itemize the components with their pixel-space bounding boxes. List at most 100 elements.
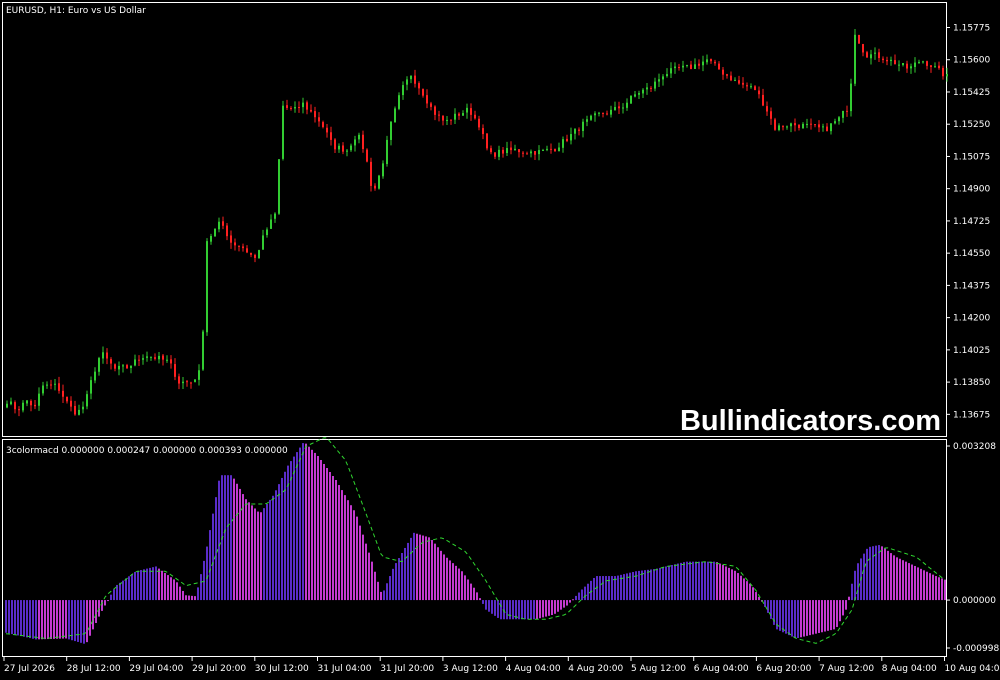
bear-candle[interactable] <box>66 396 68 402</box>
histogram-bar[interactable] <box>713 561 715 601</box>
histogram-bar[interactable] <box>659 567 661 601</box>
bull-candle[interactable] <box>6 403 8 408</box>
bull-candle[interactable] <box>662 76 664 80</box>
histogram-bar[interactable] <box>197 587 199 601</box>
bull-candle[interactable] <box>538 150 540 155</box>
bear-candle[interactable] <box>370 161 372 186</box>
bear-candle[interactable] <box>730 75 732 81</box>
histogram-bar[interactable] <box>5 600 7 633</box>
bear-candle[interactable] <box>578 129 580 131</box>
histogram-bar[interactable] <box>194 596 196 601</box>
histogram-bar[interactable] <box>518 600 520 620</box>
histogram-bar[interactable] <box>683 562 685 601</box>
bear-candle[interactable] <box>190 382 192 384</box>
histogram-bar[interactable] <box>410 537 412 601</box>
histogram-bar[interactable] <box>737 573 739 601</box>
histogram-bar[interactable] <box>41 600 43 640</box>
histogram-bar[interactable] <box>143 569 145 601</box>
histogram-bar[interactable] <box>332 476 334 601</box>
bear-candle[interactable] <box>866 52 868 58</box>
bull-candle[interactable] <box>358 134 360 140</box>
bear-candle[interactable] <box>554 148 556 152</box>
bear-candle[interactable] <box>186 381 188 383</box>
histogram-bar[interactable] <box>800 600 802 638</box>
histogram-bar[interactable] <box>548 600 550 616</box>
histogram-bar[interactable] <box>44 600 46 640</box>
histogram-bar[interactable] <box>764 600 766 607</box>
bear-candle[interactable] <box>286 105 288 108</box>
histogram-bar[interactable] <box>338 485 340 601</box>
bear-candle[interactable] <box>18 409 20 411</box>
bear-candle[interactable] <box>306 102 308 110</box>
histogram-bar[interactable] <box>668 565 670 601</box>
bull-candle[interactable] <box>218 221 220 230</box>
histogram-bar[interactable] <box>89 600 91 636</box>
histogram-bar[interactable] <box>293 456 295 601</box>
histogram-bar[interactable] <box>500 600 502 620</box>
histogram-bar[interactable] <box>734 570 736 601</box>
histogram-bar[interactable] <box>809 600 811 636</box>
histogram-bar[interactable] <box>785 600 787 634</box>
histogram-bar[interactable] <box>383 590 385 601</box>
histogram-bar[interactable] <box>164 572 166 601</box>
bear-candle[interactable] <box>602 112 604 114</box>
histogram-bar[interactable] <box>650 569 652 601</box>
histogram-bar[interactable] <box>443 554 445 601</box>
bear-candle[interactable] <box>14 402 16 410</box>
histogram-bar[interactable] <box>854 570 856 601</box>
bear-candle[interactable] <box>170 359 172 364</box>
histogram-bar[interactable] <box>557 600 559 612</box>
histogram-bar[interactable] <box>263 508 265 601</box>
histogram-bar[interactable] <box>368 552 370 601</box>
histogram-bar[interactable] <box>38 600 40 640</box>
histogram-bar[interactable] <box>131 574 133 601</box>
histogram-bar[interactable] <box>254 508 256 601</box>
bear-candle[interactable] <box>810 123 812 125</box>
histogram-bar[interactable] <box>401 553 403 601</box>
histogram-bar[interactable] <box>128 576 130 601</box>
bull-candle[interactable] <box>642 89 644 94</box>
bull-candle[interactable] <box>622 107 624 109</box>
bull-candle[interactable] <box>194 379 196 382</box>
bear-candle[interactable] <box>334 139 336 150</box>
histogram-bar[interactable] <box>122 580 124 601</box>
histogram-bar[interactable] <box>842 600 844 616</box>
histogram-bar[interactable] <box>356 516 358 601</box>
histogram-bar[interactable] <box>554 600 556 614</box>
histogram-bar[interactable] <box>857 563 859 601</box>
histogram-bar[interactable] <box>86 600 88 643</box>
histogram-bar[interactable] <box>575 595 577 601</box>
bull-candle[interactable] <box>94 371 96 381</box>
bull-candle[interactable] <box>830 123 832 132</box>
bull-candle[interactable] <box>354 139 356 146</box>
bear-candle[interactable] <box>422 89 424 96</box>
histogram-bar[interactable] <box>731 569 733 601</box>
histogram-bar[interactable] <box>590 580 592 601</box>
histogram-bar[interactable] <box>362 534 364 601</box>
histogram-bar[interactable] <box>218 480 220 601</box>
histogram-bar[interactable] <box>542 600 544 618</box>
histogram-bar[interactable] <box>647 569 649 601</box>
bull-candle[interactable] <box>806 123 808 125</box>
histogram-bar[interactable] <box>398 558 400 601</box>
bull-candle[interactable] <box>202 331 204 370</box>
bull-candle[interactable] <box>778 125 780 131</box>
histogram-bar[interactable] <box>257 511 259 601</box>
histogram-bar[interactable] <box>260 512 262 601</box>
bull-candle[interactable] <box>898 64 900 66</box>
histogram-bar[interactable] <box>80 600 82 643</box>
bear-candle[interactable] <box>438 114 440 116</box>
histogram-bar[interactable] <box>587 583 589 601</box>
bull-candle[interactable] <box>142 358 144 360</box>
histogram-bar[interactable] <box>680 562 682 601</box>
histogram-bar[interactable] <box>245 499 247 601</box>
bear-candle[interactable] <box>714 61 716 64</box>
bear-candle[interactable] <box>690 64 692 70</box>
bear-candle[interactable] <box>110 359 112 364</box>
bull-candle[interactable] <box>530 151 532 154</box>
histogram-bar[interactable] <box>701 561 703 601</box>
histogram-bar[interactable] <box>524 600 526 620</box>
histogram-bar[interactable] <box>569 600 571 603</box>
histogram-bar[interactable] <box>32 600 34 639</box>
bear-candle[interactable] <box>322 122 324 128</box>
